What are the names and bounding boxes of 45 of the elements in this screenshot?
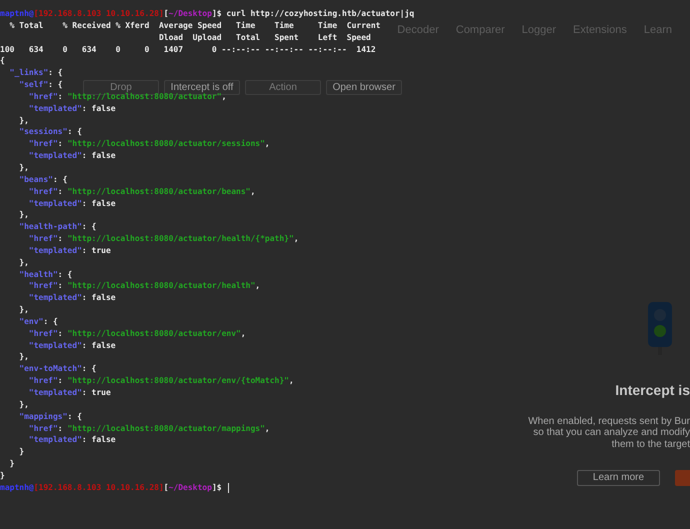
primary-button[interactable]: [675, 470, 690, 486]
intercept-description: When enabled, requests sent by Bur so that you can analyze and modify them to the target: [528, 416, 690, 450]
terminal-line: {: [0, 55, 5, 68]
terminal-line: "href": "http://localhost:8080/actuator/health",: [28, 280, 260, 292]
terminal-line: }: [0, 470, 5, 482]
prompt-line: maptnh@[192.168.8.103 10.10.16.28][~/Desktop]$ curl http://cozyhosting.htb/actuator|jq: [0, 8, 414, 20]
terminal-line: "href": "http://localhost:8080/actuator/env",: [28, 328, 246, 340]
terminal-line: "env-toMatch": {: [18, 363, 96, 376]
terminal-line: },: [18, 114, 29, 126]
terminal-line: "href": "http://localhost:8080/actuator/env/{toMatch}",: [28, 375, 294, 387]
terminal-line: "templated": true: [28, 387, 111, 399]
terminal-line: },: [18, 162, 29, 174]
terminal-line: },: [18, 398, 29, 411]
terminal-line: "href": "http://localhost:8080/actuator/mappings",: [28, 422, 270, 434]
terminal-line: }: [8, 458, 14, 470]
terminal-line: "health-path": {: [18, 221, 96, 234]
terminal-line: "templated": false: [28, 340, 116, 352]
learn-more-button[interactable]: Learn more: [577, 470, 660, 486]
terminal-line: "env": {: [18, 316, 58, 328]
terminal-line: Dload Upload Total Spent Left Speed: [158, 32, 371, 44]
terminal-line: "health": {: [18, 268, 72, 280]
terminal-line: "templated": false: [28, 198, 116, 210]
terminal-line: "href": "http://localhost:8080/actuator/sessions",: [28, 138, 270, 150]
terminal-line: "templated": true: [28, 244, 111, 257]
terminal-line: "self": {: [18, 79, 63, 91]
toolbar-button[interactable]: Open browser: [326, 80, 402, 95]
terminal-line: % Total % Received % Xferd Average Speed Time Time Time Current: [8, 20, 380, 32]
terminal-line: "sessions": {: [18, 126, 82, 138]
terminal-line: "templated": false: [28, 434, 116, 446]
terminal-line: },: [18, 351, 29, 364]
intercept-title: Intercept is: [615, 382, 690, 398]
terminal-line: "templated": false: [28, 102, 116, 115]
terminal-line: "beans": {: [18, 174, 68, 186]
terminal-line: },: [18, 304, 29, 316]
terminal-line: "_links": {: [8, 67, 63, 80]
terminal-line: },: [18, 209, 29, 222]
terminal-line: }: [18, 446, 24, 458]
terminal-line: 100 634 0 634 0 0 1407 0 --:--:-- --:--:-- --:--:-- 1412: [0, 44, 376, 56]
terminal-line: "href": "http://localhost:8080/actuator/beans",: [28, 186, 256, 198]
terminal-line: "href": "http://localhost:8080/actuator/health/{*path}",: [28, 233, 299, 245]
terminal-line: "templated": false: [28, 150, 116, 162]
terminal-line: "mappings": {: [18, 410, 82, 423]
terminal-line: "templated": false: [28, 292, 116, 304]
terminal-line: },: [18, 256, 29, 269]
prompt-line: maptnh@[192.168.8.103 10.10.16.28][~/Desktop]$: [0, 482, 230, 494]
